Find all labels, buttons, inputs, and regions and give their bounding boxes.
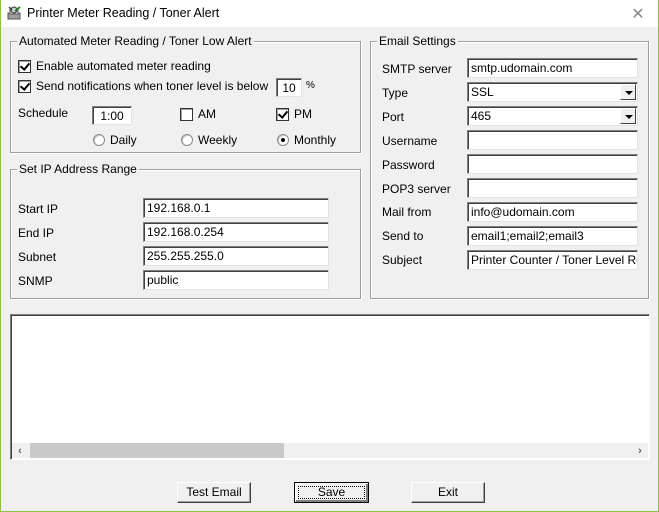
weekly-radio[interactable] bbox=[181, 134, 193, 146]
email-settings-legend: Email Settings bbox=[377, 34, 458, 48]
end-ip-label: End IP bbox=[18, 226, 55, 240]
window-title: Printer Meter Reading / Toner Alert bbox=[27, 6, 220, 20]
chevron-left-icon[interactable]: ‹ bbox=[12, 443, 28, 458]
monthly-label: Monthly bbox=[294, 133, 337, 147]
toner-notify-checkbox[interactable] bbox=[18, 80, 31, 93]
daily-radio[interactable] bbox=[93, 134, 105, 146]
test-email-button[interactable]: Test Email bbox=[177, 482, 251, 503]
subject-input[interactable]: Printer Counter / Toner Level Repo bbox=[467, 250, 638, 270]
horizontal-scrollbar[interactable]: ‹ › bbox=[12, 443, 648, 458]
ip-range-legend: Set IP Address Range bbox=[17, 162, 139, 176]
enable-meter-reading-checkbox[interactable] bbox=[18, 60, 31, 73]
printer-wrench-icon bbox=[7, 6, 21, 20]
weekly-label: Weekly bbox=[198, 133, 238, 147]
am-checkbox[interactable] bbox=[180, 108, 193, 121]
subnet-label: Subnet bbox=[18, 250, 57, 264]
type-select-value: SSL bbox=[471, 85, 494, 99]
toner-threshold-value: 10 bbox=[282, 81, 296, 95]
daily-label: Daily bbox=[110, 133, 137, 147]
pm-label: PM bbox=[294, 107, 312, 121]
start-ip-value: 192.168.0.1 bbox=[147, 201, 211, 215]
chevron-down-icon[interactable] bbox=[620, 84, 636, 100]
end-ip-value: 192.168.0.254 bbox=[147, 225, 224, 239]
mail-from-value: info@udomain.com bbox=[471, 205, 575, 219]
mail-from-label: Mail from bbox=[382, 205, 432, 219]
toner-threshold-unit: % bbox=[306, 80, 315, 91]
snmp-value: public bbox=[147, 273, 179, 287]
exit-label: Exit bbox=[437, 485, 458, 499]
test-email-label: Test Email bbox=[186, 485, 242, 499]
exit-button[interactable]: Exit bbox=[411, 482, 485, 503]
schedule-label: Schedule bbox=[18, 106, 69, 120]
app-window: Printer Meter Reading / Toner Alert ✕ Au… bbox=[0, 0, 659, 512]
save-label: Save bbox=[317, 485, 346, 499]
title-bar: Printer Meter Reading / Toner Alert ✕ bbox=[1, 0, 658, 27]
save-button[interactable]: Save bbox=[294, 482, 369, 503]
scrollbar-thumb[interactable] bbox=[30, 443, 284, 458]
toner-threshold-input[interactable]: 10 bbox=[276, 78, 302, 97]
schedule-time-input[interactable]: 1:00 bbox=[92, 106, 132, 125]
toner-notify-label: Send notifications when toner level is b… bbox=[36, 79, 269, 93]
subject-value: Printer Counter / Toner Level Repo bbox=[471, 253, 638, 267]
pop3-server-input[interactable] bbox=[467, 178, 638, 198]
password-label: Password bbox=[382, 158, 435, 172]
pm-checkbox[interactable] bbox=[276, 108, 289, 121]
snmp-input[interactable]: public bbox=[143, 270, 329, 290]
mail-from-input[interactable]: info@udomain.com bbox=[467, 202, 638, 222]
end-ip-input[interactable]: 192.168.0.254 bbox=[143, 222, 329, 242]
chevron-down-icon[interactable] bbox=[620, 108, 636, 124]
close-icon: ✕ bbox=[631, 5, 645, 23]
smtp-server-label: SMTP server bbox=[382, 62, 452, 76]
username-input[interactable] bbox=[467, 130, 638, 150]
monthly-radio[interactable] bbox=[277, 134, 289, 146]
send-to-input[interactable]: email1;email2;email3 bbox=[467, 226, 638, 246]
smtp-server-value: smtp.udomain.com bbox=[471, 61, 573, 75]
am-label: AM bbox=[198, 107, 216, 121]
subject-label: Subject bbox=[382, 253, 423, 267]
log-output-area[interactable]: ‹ › bbox=[10, 314, 650, 460]
start-ip-input[interactable]: 192.168.0.1 bbox=[143, 198, 329, 218]
type-select[interactable]: SSL bbox=[467, 82, 638, 102]
pop3-server-label: POP3 server bbox=[382, 182, 451, 196]
chevron-right-icon[interactable]: › bbox=[632, 443, 648, 458]
port-label: Port bbox=[382, 110, 405, 124]
send-to-label: Send to bbox=[382, 229, 424, 243]
port-select-value: 465 bbox=[471, 109, 492, 123]
automated-meter-legend: Automated Meter Reading / Toner Low Aler… bbox=[17, 34, 254, 48]
username-label: Username bbox=[382, 134, 438, 148]
subnet-input[interactable]: 255.255.255.0 bbox=[143, 246, 329, 266]
password-input[interactable] bbox=[467, 154, 638, 174]
send-to-value: email1;email2;email3 bbox=[471, 229, 584, 243]
snmp-label: SNMP bbox=[18, 274, 53, 288]
enable-meter-reading-label: Enable automated meter reading bbox=[36, 59, 211, 73]
close-button[interactable]: ✕ bbox=[618, 0, 658, 27]
start-ip-label: Start IP bbox=[18, 202, 59, 216]
port-select[interactable]: 465 bbox=[467, 106, 638, 126]
type-label: Type bbox=[382, 86, 409, 100]
subnet-value: 255.255.255.0 bbox=[147, 249, 224, 263]
schedule-time-value: 1:00 bbox=[100, 109, 124, 123]
smtp-server-input[interactable]: smtp.udomain.com bbox=[467, 58, 638, 78]
